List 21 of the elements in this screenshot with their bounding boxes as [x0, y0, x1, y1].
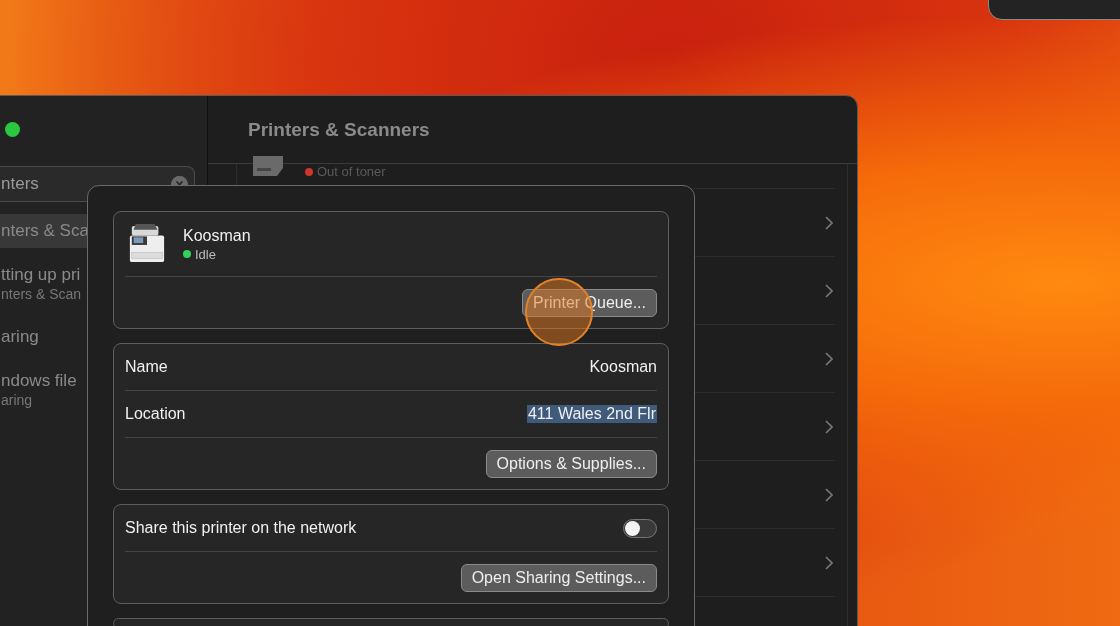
options-supplies-button[interactable]: Options & Supplies...	[485, 449, 657, 478]
zoom-window-button[interactable]	[5, 121, 20, 137]
chevron-icon[interactable]	[825, 283, 833, 298]
chevron-icon[interactable]	[825, 555, 833, 570]
share-label: Share this printer on the network	[125, 519, 357, 537]
share-toggle[interactable]	[623, 518, 657, 538]
printer-status: Idle	[183, 246, 251, 262]
open-sharing-settings-button[interactable]: Open Sharing Settings...	[460, 563, 657, 592]
printer-name: Koosman	[183, 226, 251, 245]
field-value[interactable]: 411 Wales 2nd Flr	[526, 405, 657, 423]
field-value[interactable]: Koosman	[589, 358, 657, 376]
field-label: Location	[125, 405, 186, 423]
printer-icon	[128, 224, 166, 264]
chevron-icon[interactable]	[825, 487, 833, 502]
field-label: Name	[125, 358, 168, 376]
printer-status: Out of toner	[305, 164, 386, 179]
chevron-icon[interactable]	[825, 419, 833, 434]
search-text: nters	[1, 174, 39, 194]
window-title: Printers & Scanners	[248, 118, 430, 141]
chevron-icon[interactable]	[825, 351, 833, 366]
chevron-icon[interactable]	[825, 215, 833, 230]
